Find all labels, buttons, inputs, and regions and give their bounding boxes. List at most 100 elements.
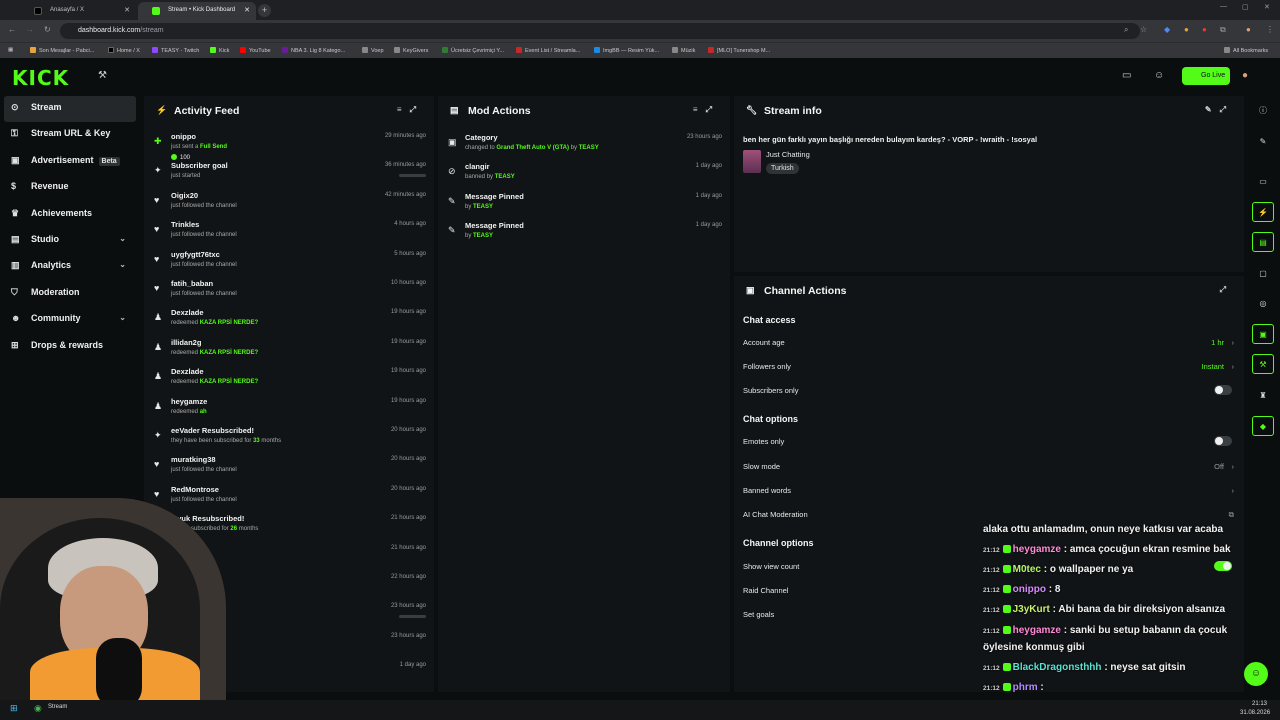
sidebar-item-stream-url-key[interactable]: ⚿ Stream URL & Key xyxy=(0,122,140,148)
maximize-icon[interactable]: ▢ xyxy=(1242,3,1249,11)
filter-icon[interactable]: ≡ xyxy=(397,105,410,114)
sidebar-item-community[interactable]: ☻ Community ⌄ xyxy=(0,307,140,333)
sidebar-item-analytics[interactable]: ▥ Analytics ⌄ xyxy=(0,254,140,280)
target-icon[interactable]: ◎ xyxy=(1252,294,1274,314)
sidebar-item-moderation[interactable]: ⛉ Moderation xyxy=(0,281,140,307)
chat-timestamp: 21:12 xyxy=(983,685,1000,692)
channel-actions-icon[interactable]: ▣ xyxy=(1252,324,1274,344)
account-age-row[interactable]: Account age 1 hr › xyxy=(743,338,1234,350)
chat-username[interactable]: heygamze xyxy=(1013,625,1061,636)
reload-icon[interactable]: ↻ xyxy=(44,25,51,34)
chat-username[interactable]: J3yKurt xyxy=(1013,604,1050,615)
mod-actions-icon[interactable]: ▤ xyxy=(1252,232,1274,252)
bookmark-item[interactable]: Event List / Streamla... xyxy=(516,47,580,54)
sidebar-item-revenue[interactable]: $ Revenue xyxy=(0,175,140,201)
sidebar-item-drops-rewards[interactable]: ⊞ Drops & rewards xyxy=(0,334,140,360)
banned-words-row[interactable]: Banned words › xyxy=(743,486,1234,498)
sidebar-item-label: Studio xyxy=(31,233,59,244)
bookmark-item[interactable]: KeyGivers xyxy=(394,47,428,54)
slow-mode-row[interactable]: Slow mode Off › xyxy=(743,462,1234,474)
close-window-icon[interactable]: ✕ xyxy=(1264,3,1270,11)
bookmark-item[interactable]: ImgBB — Resim Yük... xyxy=(594,47,659,54)
close-tab-icon[interactable]: ✕ xyxy=(244,6,250,14)
bookmark-item[interactable]: TEASY - Twitch xyxy=(152,47,199,54)
subscribers-only-toggle[interactable] xyxy=(1214,385,1232,395)
popout-icon[interactable]: ⤢ xyxy=(1220,105,1234,114)
heart-icon: ♥ xyxy=(154,194,160,205)
kick-logo[interactable]: KICK xyxy=(12,66,69,90)
extensions-puzzle-icon[interactable]: ⧉ xyxy=(1220,25,1226,35)
menu-kebab-icon[interactable]: ⋮ xyxy=(1266,25,1274,34)
chat-username[interactable]: phrm xyxy=(1013,682,1038,693)
all-bookmarks-link[interactable]: All Bookmarks xyxy=(1224,47,1268,54)
rewards-icon[interactable]: ◆ xyxy=(1252,416,1274,436)
chat-username[interactable]: heygamze xyxy=(1013,544,1061,555)
popout-icon[interactable]: ⤢ xyxy=(1220,285,1234,294)
bookmark-star-icon[interactable]: ☆ xyxy=(1140,25,1147,34)
player-icon[interactable]: ▭ xyxy=(1252,172,1274,192)
apps-grid-icon[interactable]: ▦ xyxy=(8,47,13,53)
hammer-icon[interactable]: ⚒ xyxy=(98,70,107,81)
event-title: Oigix20 xyxy=(171,190,199,200)
redeem-icon[interactable]: ♜ xyxy=(1252,386,1274,406)
tab-kick-dashboard[interactable]: Stream • Kick Dashboard ✕ xyxy=(138,2,256,20)
followers-only-row[interactable]: Followers only Instant › xyxy=(743,362,1234,374)
sidebar-item-studio[interactable]: ▤ Studio ⌄ xyxy=(0,228,140,254)
extension-icon[interactable]: ● xyxy=(1184,25,1189,34)
forward-icon[interactable]: → xyxy=(26,25,34,34)
sidebar-item-stream[interactable]: ⊙ Stream xyxy=(4,96,136,123)
profile-avatar-icon[interactable]: ● xyxy=(1246,25,1251,34)
chat-icon[interactable]: ▢ xyxy=(1252,264,1274,284)
filter-icon[interactable]: ≡ xyxy=(693,105,706,114)
activity-lightning-icon[interactable]: ⚡ xyxy=(1252,202,1274,222)
avatar[interactable]: ● xyxy=(1242,70,1248,81)
ai-chat-moderation-row[interactable]: AI Chat Moderation ⧉ xyxy=(743,510,1234,522)
star-icon: ✦ xyxy=(154,430,162,440)
info-icon[interactable]: ⓘ xyxy=(1252,100,1274,120)
edit-icon[interactable]: ✎ xyxy=(1205,105,1220,114)
bookmark-item[interactable]: NBA 3. Lig 8 Katego... xyxy=(282,47,345,54)
search-icon[interactable]: ⌕ xyxy=(1124,25,1128,35)
activity-event: ♥ uygfygtt76txc just followed the channel 5… xyxy=(144,250,434,279)
mod-action-detail: by TEASY xyxy=(465,233,494,240)
bookmark-item[interactable]: Voep xyxy=(362,47,384,54)
bookmark-item[interactable]: Son Mesajlar - Pabci... xyxy=(30,47,94,54)
chat-text: : xyxy=(1040,682,1044,693)
minimize-icon[interactable]: — xyxy=(1220,3,1227,10)
event-title: onippo xyxy=(171,132,196,141)
bookmark-item[interactable]: [MLO] Tunershop M... xyxy=(708,47,770,54)
sidebar-item-achievements[interactable]: ♛ Achievements xyxy=(0,202,140,228)
chat-username[interactable]: M0tec xyxy=(1013,564,1041,575)
chat-text: : amca çocuğun ekran resmine bak xyxy=(1063,544,1231,555)
emote-icon[interactable]: ☺ xyxy=(1154,70,1164,81)
extension-icon[interactable]: ● xyxy=(1202,25,1207,34)
bookmark-item[interactable]: Müzik xyxy=(672,47,695,54)
bookmark-item[interactable]: Ücretsiz Çevrimiçi Y... xyxy=(442,47,504,54)
bookmark-item[interactable]: Kick xyxy=(210,47,229,54)
chat-username[interactable]: BlackDragonsthhh xyxy=(1013,662,1102,673)
taskbar-app-label[interactable]: Stream xyxy=(48,704,67,710)
chat-username[interactable]: onippo xyxy=(1013,584,1046,595)
chevron-right-icon: › xyxy=(1231,486,1235,495)
close-tab-icon[interactable]: ✕ xyxy=(124,6,130,14)
edit-icon[interactable]: ✎ xyxy=(1252,132,1274,152)
mod-action: ✎ Message Pinned by TEASY 1 day ago xyxy=(438,221,730,250)
windows-start-icon[interactable]: ⊞ xyxy=(10,703,18,714)
popout-icon[interactable]: ⤢ xyxy=(410,105,424,114)
chat-fab-button[interactable]: ☺ xyxy=(1244,662,1268,686)
popout-icon[interactable]: ⤢ xyxy=(706,105,720,114)
bookmark-item[interactable]: YouTube xyxy=(240,47,271,54)
event-subtitle: just started xyxy=(171,173,201,180)
tab-x-home[interactable]: Anasayfa / X ✕ xyxy=(20,2,136,20)
wrench-icon[interactable]: ⚒ xyxy=(1252,354,1274,374)
emotes-only-toggle[interactable] xyxy=(1214,436,1232,446)
new-tab-button[interactable]: + xyxy=(258,4,271,17)
url-input[interactable]: dashboard.kick.com/stream xyxy=(60,23,1140,39)
chrome-taskbar-icon[interactable]: ◉ xyxy=(34,703,42,714)
back-icon[interactable]: ← xyxy=(8,25,16,34)
go-live-button[interactable]: Go Live xyxy=(1182,67,1230,85)
theater-mode-icon[interactable]: ▭ xyxy=(1122,70,1131,81)
bookmark-item[interactable]: Home / X xyxy=(108,47,140,54)
sidebar-item-advertisement[interactable]: ▣ Advertisement Beta xyxy=(0,149,140,175)
extension-icon[interactable]: ◆ xyxy=(1164,25,1170,34)
